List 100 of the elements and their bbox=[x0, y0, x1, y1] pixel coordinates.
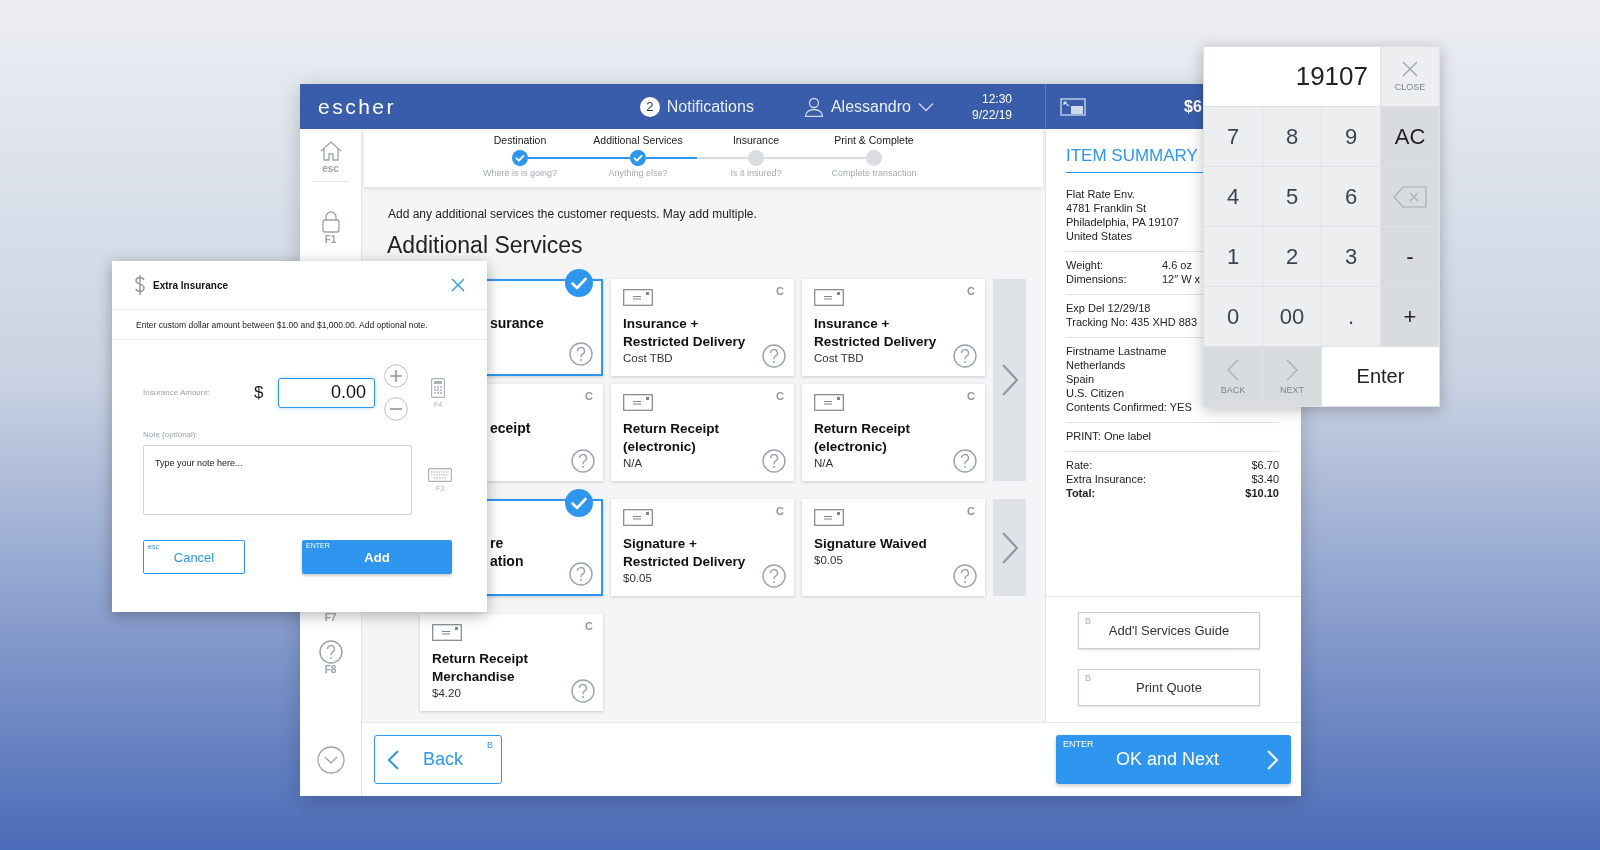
side-button[interactable]: B Add'l Services Guide bbox=[1078, 612, 1260, 649]
help-icon[interactable] bbox=[569, 342, 593, 366]
balance-amount: $6 bbox=[1184, 97, 1202, 116]
service-name: eceipt bbox=[489, 419, 532, 437]
step-label: Print & Complete bbox=[834, 134, 914, 147]
summary-line: Philadelphia, PA 19107 bbox=[1066, 215, 1179, 229]
help-icon[interactable] bbox=[762, 449, 786, 473]
service-card[interactable]: C Return Receipt Merchandise $4.20 bbox=[420, 614, 603, 711]
user-menu[interactable]: Alessandro bbox=[830, 97, 911, 116]
help-icon[interactable] bbox=[762, 344, 786, 368]
help-icon[interactable] bbox=[318, 640, 343, 664]
service-card[interactable]: C Return Receipt (electronic) N/A bbox=[611, 384, 794, 481]
service-name: Insurance + Restricted Delivery bbox=[623, 315, 747, 351]
next-page-button[interactable] bbox=[993, 499, 1026, 596]
help-icon[interactable] bbox=[571, 679, 595, 703]
chevron-right-icon bbox=[1267, 749, 1279, 770]
summary-value: 12″ W x bbox=[1162, 272, 1201, 286]
keypad-key[interactable]: 2 bbox=[1263, 227, 1321, 286]
keypad-key[interactable]: . bbox=[1322, 287, 1380, 346]
envelope-icon bbox=[814, 509, 844, 526]
side-button[interactable]: B Print Quote bbox=[1078, 669, 1260, 706]
summary-line: Firstname Lastname bbox=[1066, 344, 1167, 358]
service-card[interactable]: C Insurance + Restricted Delivery Cost TBD bbox=[611, 279, 794, 376]
summary-label: Total: bbox=[1066, 486, 1096, 500]
service-price: $4.20 bbox=[432, 687, 462, 699]
keypad-display: 19107 bbox=[1204, 47, 1380, 106]
service-code: C bbox=[967, 285, 975, 297]
step-hint: Where is is going? bbox=[482, 168, 557, 178]
help-icon[interactable] bbox=[953, 344, 977, 368]
keypad-key[interactable]: 8 bbox=[1263, 107, 1321, 166]
help-icon[interactable] bbox=[762, 564, 786, 588]
keypad-key[interactable]: 1 bbox=[1204, 227, 1262, 286]
keyboard-icon[interactable] bbox=[428, 468, 452, 482]
page-heading: Additional Services bbox=[387, 232, 584, 259]
envelope-icon bbox=[814, 289, 844, 306]
summary-label: Rate: bbox=[1066, 458, 1093, 472]
key-hint: ENTER bbox=[1063, 739, 1094, 749]
field-label: Note (optional): bbox=[143, 430, 199, 439]
summary-line: Contents Confirmed: YES bbox=[1066, 400, 1192, 414]
notification-badge: 2 bbox=[639, 96, 660, 117]
help-icon[interactable] bbox=[569, 562, 593, 586]
service-card[interactable]: C Insurance + Restricted Delivery Cost TBD bbox=[802, 279, 985, 376]
summary-label: Dimensions: bbox=[1066, 272, 1128, 286]
chevron-right-icon bbox=[1000, 364, 1019, 396]
chevron-right-icon bbox=[1000, 531, 1019, 564]
service-price: N/A bbox=[814, 457, 835, 469]
keypad-key[interactable]: 4 bbox=[1204, 167, 1262, 226]
service-card[interactable]: C Return Receipt (electronic) N/A bbox=[802, 384, 985, 481]
backspace-icon bbox=[1393, 185, 1427, 208]
service-price: N/A bbox=[623, 457, 644, 469]
app-logo: escher bbox=[318, 94, 397, 119]
backspace-key[interactable] bbox=[1381, 167, 1439, 226]
service-price: Cost TBD bbox=[623, 352, 674, 364]
summary-line: United States bbox=[1066, 229, 1133, 243]
step-label: Insurance bbox=[732, 134, 780, 147]
service-code: C bbox=[585, 390, 593, 402]
close-icon bbox=[1402, 61, 1418, 77]
summary-value: $3.40 bbox=[1251, 472, 1279, 486]
summary-label: Extra Insurance: bbox=[1066, 472, 1147, 486]
keypad-key[interactable]: + bbox=[1381, 287, 1439, 346]
chevron-left-icon bbox=[1227, 358, 1239, 381]
service-card[interactable]: C Signature + Restricted Delivery $0.05 bbox=[611, 499, 794, 596]
note-field[interactable]: Type your note here... bbox=[143, 445, 412, 515]
keypad-key[interactable]: 5 bbox=[1263, 167, 1321, 226]
enter-key[interactable]: Enter bbox=[1322, 347, 1439, 406]
keypad-key[interactable]: - bbox=[1381, 227, 1439, 286]
scroll-down-icon[interactable] bbox=[316, 746, 345, 774]
envelope-icon bbox=[432, 624, 462, 641]
help-icon[interactable] bbox=[571, 449, 595, 473]
service-code: C bbox=[967, 505, 975, 517]
keypad-key[interactable]: 0 bbox=[1204, 287, 1262, 346]
shortcut-label: F8 bbox=[324, 664, 337, 676]
summary-line: U.S. Citizen bbox=[1066, 386, 1125, 400]
home-icon[interactable] bbox=[318, 139, 343, 163]
help-icon[interactable] bbox=[953, 564, 977, 588]
checkmark-icon bbox=[565, 269, 593, 297]
step-hint: Is it insured? bbox=[730, 168, 782, 178]
keypad-key[interactable]: 6 bbox=[1322, 167, 1380, 226]
step-label: Additional Services bbox=[593, 134, 683, 147]
dialog-title: Extra Insurance bbox=[153, 279, 229, 291]
envelope-icon bbox=[814, 394, 844, 411]
minus-icon[interactable] bbox=[384, 397, 408, 421]
keypad-key[interactable]: 3 bbox=[1322, 227, 1380, 286]
summary-value: $10.10 bbox=[1245, 486, 1279, 500]
instruction-text: Add any additional services the customer requests. May add multiple. bbox=[388, 207, 758, 221]
keypad-key[interactable]: AC bbox=[1381, 107, 1439, 166]
keypad-key[interactable]: 00 bbox=[1263, 287, 1321, 346]
close-icon[interactable] bbox=[451, 278, 465, 292]
service-code: C bbox=[967, 390, 975, 402]
summary-line: Netherlands bbox=[1066, 358, 1126, 372]
keypad-key[interactable]: 7 bbox=[1204, 107, 1262, 166]
calculator-icon[interactable] bbox=[431, 377, 445, 398]
service-card[interactable]: C Signature Waived $0.05 bbox=[802, 499, 985, 596]
amount-field[interactable]: 0.00 bbox=[278, 377, 375, 408]
service-code: C bbox=[776, 285, 784, 297]
keypad-key[interactable]: 9 bbox=[1322, 107, 1380, 166]
notifications-link[interactable]: Notifications bbox=[666, 97, 754, 116]
summary-value: $6.70 bbox=[1251, 458, 1279, 472]
help-icon[interactable] bbox=[953, 449, 977, 473]
plus-icon[interactable] bbox=[384, 364, 408, 388]
